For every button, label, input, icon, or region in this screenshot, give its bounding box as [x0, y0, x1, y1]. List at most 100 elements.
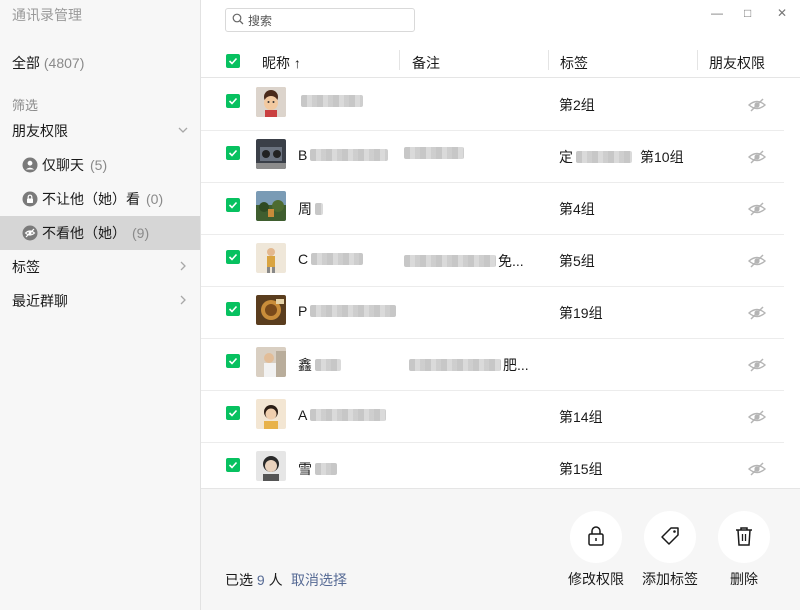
table-row[interactable]: B 定第10组 — [201, 131, 784, 183]
eye-slash-icon[interactable] — [747, 253, 767, 272]
search-placeholder: 搜索 — [248, 13, 273, 28]
friend-permission-label: 朋友权限 — [12, 123, 68, 139]
table-row[interactable]: 第2组 — [201, 79, 784, 131]
sidebar-item-recent-groups[interactable]: 最近群聊 — [0, 284, 200, 318]
trash-icon — [734, 525, 754, 550]
filter-label: 筛选 — [12, 98, 39, 113]
selected-count: 9 — [256, 572, 265, 588]
nickname: C — [298, 251, 364, 267]
eye-slash-icon[interactable] — [747, 201, 767, 220]
remark-cell: 免... — [401, 251, 524, 271]
header-remark[interactable]: 备注 — [412, 53, 440, 73]
all-label: 全部 — [12, 55, 40, 71]
search-icon — [232, 12, 244, 28]
sidebar-item-all[interactable]: 全部 (4807) — [12, 53, 84, 73]
tag-cell: 第2组 — [559, 97, 595, 113]
add-tag-label: 添加标签 — [642, 571, 698, 587]
nickname: 鑫 — [298, 355, 341, 375]
table-row[interactable]: 雪 第15组 — [201, 443, 784, 487]
nickname: P — [298, 303, 397, 319]
row-checkbox[interactable] — [226, 302, 240, 316]
chevron-right-icon — [178, 260, 188, 274]
contact-list: 第2组 B 定第10组 周 第4组 C 免... 第5组 P 第19组 鑫 肥.… — [201, 79, 784, 487]
sort-arrow-icon: ↑ — [293, 55, 301, 71]
column-divider — [399, 50, 400, 70]
table-row[interactable]: A 第14组 — [201, 391, 784, 443]
modify-permission-button[interactable]: 修改权限 — [564, 511, 628, 589]
main-panel: 搜索 — □ ✕ 昵称 ↑ 备注 标签 朋友权限 第2组 B 定 第10组 周 … — [201, 0, 800, 610]
nickname: 雪 — [298, 459, 337, 479]
header-friend-permission[interactable]: 朋友权限 — [709, 53, 765, 73]
nickname — [298, 95, 363, 107]
sidebar-item-hide-my-moments[interactable]: 不让他（她）看 (0) — [0, 182, 200, 216]
eye-slash-icon — [22, 225, 38, 241]
eye-slash-icon[interactable] — [747, 461, 767, 480]
hide-my-moments-label: 不让他（她）看 — [42, 191, 140, 207]
eye-slash-icon[interactable] — [747, 357, 767, 376]
header-nickname[interactable]: 昵称 ↑ — [262, 53, 301, 73]
avatar — [256, 295, 286, 325]
hide-my-moments-count: (0) — [146, 191, 164, 207]
nickname: A — [298, 407, 387, 423]
delete-button[interactable]: 删除 — [712, 511, 776, 589]
header-tag[interactable]: 标签 — [560, 53, 588, 73]
sidebar-item-chat-only[interactable]: 仅聊天 (5) — [0, 148, 200, 182]
row-checkbox[interactable] — [226, 354, 240, 368]
modify-permission-label: 修改权限 — [568, 571, 624, 587]
avatar — [256, 191, 286, 221]
row-checkbox[interactable] — [226, 406, 240, 420]
avatar — [256, 139, 286, 169]
avatar — [256, 87, 286, 117]
column-divider — [697, 50, 698, 70]
row-checkbox[interactable] — [226, 198, 240, 212]
remark-cell — [401, 147, 464, 159]
eye-slash-icon[interactable] — [747, 149, 767, 168]
maximize-button[interactable]: □ — [744, 6, 751, 20]
table-row[interactable]: P 第19组 — [201, 287, 784, 339]
sidebar-item-friend-permission[interactable]: 朋友权限 — [0, 114, 200, 148]
tag-cell: 第5组 — [559, 253, 595, 269]
eye-slash-icon[interactable] — [747, 97, 767, 116]
sidebar-item-hide-their-moments[interactable]: 不看他（她） (9) — [0, 216, 200, 250]
avatar — [256, 451, 286, 481]
eye-slash-icon[interactable] — [747, 305, 767, 324]
nickname: B — [298, 147, 389, 163]
chevron-right-icon — [178, 294, 188, 308]
chat-only-count: (5) — [90, 157, 108, 173]
window-title: 通讯录管理 — [12, 7, 82, 23]
remark-cell: 肥... — [401, 355, 529, 375]
cancel-selection-link[interactable]: 取消选择 — [291, 570, 347, 590]
row-checkbox[interactable] — [226, 146, 240, 160]
lock-icon — [22, 191, 38, 207]
header-nickname-label: 昵称 — [262, 55, 290, 71]
recent-groups-label: 最近群聊 — [12, 293, 68, 309]
chevron-down-icon — [178, 124, 188, 138]
tag-cell: 第19组 — [559, 305, 603, 321]
tag-icon — [659, 525, 681, 550]
table-row[interactable]: 周 第4组 — [201, 183, 784, 235]
tag-cell: 第15组 — [559, 461, 603, 477]
row-checkbox[interactable] — [226, 458, 240, 472]
close-button[interactable]: ✕ — [777, 6, 787, 20]
table-row[interactable]: C 免... 第5组 — [201, 235, 784, 287]
row-checkbox[interactable] — [226, 94, 240, 108]
search-box[interactable]: 搜索 — [225, 8, 415, 32]
select-all-checkbox[interactable] — [226, 54, 240, 68]
tag-cell: 第4组 — [559, 201, 595, 217]
nickname: 周 — [298, 199, 323, 219]
tag-cell: 第14组 — [559, 409, 603, 425]
column-divider — [548, 50, 549, 70]
selected-count-info: 已选 9 人 — [225, 572, 283, 588]
eye-slash-icon[interactable] — [747, 409, 767, 428]
hide-their-moments-label: 不看他（她） — [42, 225, 126, 241]
avatar — [256, 243, 286, 273]
row-checkbox[interactable] — [226, 250, 240, 264]
minimize-button[interactable]: — — [711, 6, 723, 20]
person-icon — [22, 157, 38, 173]
table-row[interactable]: 鑫 肥... — [201, 339, 784, 391]
add-tag-button[interactable]: 添加标签 — [638, 511, 702, 589]
sidebar-item-tags[interactable]: 标签 — [0, 250, 200, 284]
lock-icon — [586, 525, 606, 550]
scrollbar[interactable] — [785, 79, 799, 487]
avatar — [256, 347, 286, 377]
